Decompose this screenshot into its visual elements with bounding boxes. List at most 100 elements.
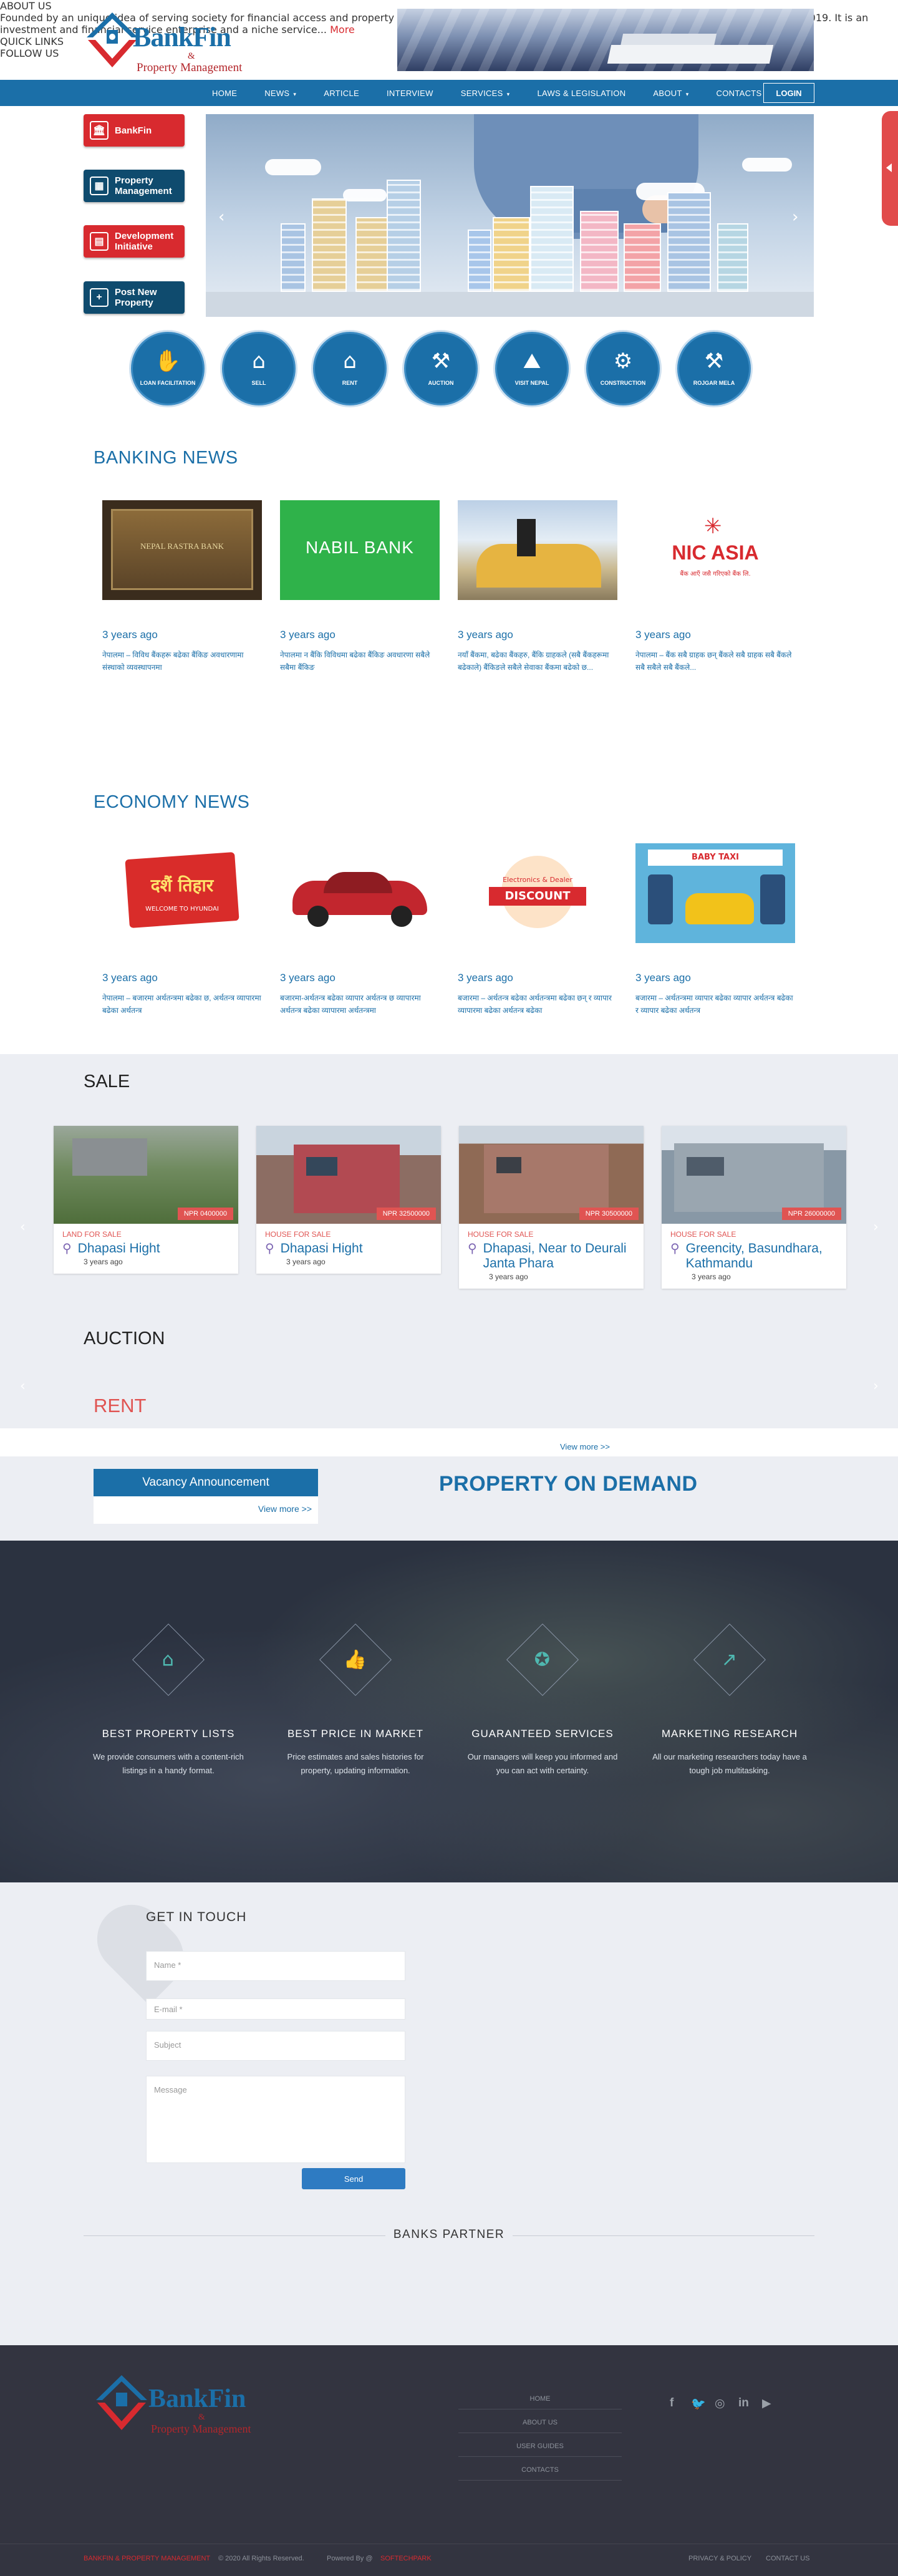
- footer-link-home[interactable]: HOME: [458, 2395, 622, 2409]
- contact-us-link[interactable]: CONTACT US: [766, 2555, 810, 2562]
- property-card[interactable]: NPR 26000000 HOUSE FOR SALE ⚲ Greencity, …: [662, 1126, 846, 1289]
- hero-slider[interactable]: ‹ ›: [206, 114, 814, 317]
- instagram-icon[interactable]: ◎: [715, 2396, 725, 2410]
- slider-next-icon[interactable]: ›: [792, 208, 798, 226]
- site-logo[interactable]: BankFin & Property Management: [84, 7, 246, 76]
- auction-next-icon[interactable]: ›: [873, 1378, 879, 1394]
- nav-item-interview[interactable]: INTERVIEW: [373, 89, 447, 98]
- news-headline[interactable]: बजारमा – अर्थतन्त्रमा व्यापार बढेका व्या…: [635, 992, 795, 1017]
- news-headline[interactable]: नेपालमा – बैंक सबै ग्राहक छन् बैंकले सबै…: [635, 649, 795, 674]
- rent-icon: ⌂: [343, 349, 357, 374]
- news-card[interactable]: NABIL BANK 3 years ago नेपालमा न बैंकि व…: [280, 500, 440, 674]
- divider: [84, 2235, 385, 2236]
- property-card[interactable]: NPR 30500000 HOUSE FOR SALE ⚲ Dhapasi, Ne…: [459, 1126, 644, 1289]
- property-image[interactable]: NPR 26000000: [662, 1126, 846, 1224]
- news-date: 3 years ago: [280, 972, 336, 984]
- news-card[interactable]: NEPAL RASTRA BANK 3 years ago नेपालमा – …: [102, 500, 262, 674]
- footer-link-about[interactable]: ABOUT US: [458, 2419, 622, 2433]
- auction-prev-icon[interactable]: ‹: [20, 1378, 26, 1394]
- news-image[interactable]: दशैं तिहार WELCOME TO HYUNDAI: [102, 843, 262, 943]
- news-card[interactable]: 3 years ago नयाँ बैंकमा, बढेका बैंकहरु, …: [458, 500, 617, 674]
- side-button-property-management[interactable]: ▦ Property Management: [84, 170, 185, 202]
- nav-item-article[interactable]: ARTICLE: [310, 89, 373, 98]
- news-card[interactable]: BABY TAXI 3 years ago बजारमा – अर्थतन्त्…: [635, 843, 795, 1017]
- service-rojgar-mela[interactable]: ⚒ ROJGAR MELA: [677, 332, 751, 405]
- subject-field[interactable]: Subject: [146, 2031, 405, 2061]
- map-pin-icon: ⚲: [62, 1242, 72, 1256]
- banks-partner-title: BANKS PARTNER: [393, 2228, 505, 2241]
- privacy-policy-link[interactable]: PRIVACY & POLICY: [688, 2555, 751, 2562]
- footer-link-contacts[interactable]: CONTACTS: [458, 2466, 622, 2481]
- property-location[interactable]: Greencity, Basundhara, Kathmandu: [686, 1241, 846, 1271]
- youtube-icon[interactable]: ▶: [762, 2396, 771, 2410]
- service-construction[interactable]: ⚙ CONSTRUCTION: [586, 332, 660, 405]
- sale-next-icon[interactable]: ›: [873, 1219, 879, 1235]
- property-price: NPR 32500000: [376, 1208, 436, 1220]
- news-card[interactable]: 3 years ago बजारमा-अर्थतन्त्र बढेका व्या…: [280, 843, 440, 1017]
- news-headline[interactable]: नेपालमा – विविध बैंकहरू बढेका बैंकिङ अवध…: [102, 649, 262, 674]
- side-button-bankfin[interactable]: 🏛 BankFin: [84, 114, 185, 147]
- side-panel-toggle[interactable]: [882, 111, 898, 226]
- news-headline[interactable]: नेपालमा न बैंकि विविधमा बढेका बैंकिङ अवध…: [280, 649, 440, 674]
- service-rent[interactable]: ⌂ RENT: [313, 332, 387, 405]
- property-location[interactable]: Dhapasi Hight: [78, 1241, 160, 1256]
- news-image[interactable]: NABIL BANK: [280, 500, 440, 600]
- name-field[interactable]: Name *: [146, 1951, 405, 1981]
- nav-item-about[interactable]: ABOUT ▾: [639, 89, 702, 98]
- powered-by-link[interactable]: SOFTECHPARK: [380, 2555, 432, 2562]
- service-sell[interactable]: ⌂ SELL: [222, 332, 296, 405]
- property-location[interactable]: Dhapasi, Near to Deurali Janta Phara: [483, 1241, 644, 1271]
- property-card[interactable]: NPR 0400000 LAND FOR SALE ⚲ Dhapasi Hight…: [54, 1126, 238, 1274]
- news-date: 3 years ago: [102, 972, 158, 984]
- nav-item-services[interactable]: SERVICES ▾: [447, 89, 524, 98]
- map-pin-icon: ⚲: [468, 1242, 477, 1256]
- page: { "brand": {"name":"BankFin","ampersand"…: [0, 0, 898, 2576]
- news-image[interactable]: ✳ NIC ASIA बैंक आएँ जसै गरिएको बैंक लि.: [635, 500, 795, 600]
- login-button[interactable]: LOGIN: [763, 83, 814, 103]
- footer-link-user-guides[interactable]: USER GUIDES: [458, 2443, 622, 2457]
- twitter-icon[interactable]: 🐦: [691, 2396, 706, 2411]
- service-visit-nepal[interactable]: ⛰ VISIT NEPAL: [495, 332, 569, 405]
- news-card[interactable]: दशैं तिहार WELCOME TO HYUNDAI 3 years ag…: [102, 843, 262, 1017]
- nav-item-home[interactable]: HOME: [198, 89, 251, 98]
- send-button[interactable]: Send: [302, 2168, 405, 2189]
- nic-asia-logo-icon: ✳: [704, 514, 722, 539]
- news-date: 3 years ago: [635, 972, 691, 984]
- footer-logo[interactable]: BankFin & Property Management: [94, 2370, 262, 2439]
- side-button-post-property[interactable]: + Post New Property: [84, 281, 185, 314]
- email-field[interactable]: E-mail *: [146, 1998, 405, 2020]
- rent-view-more-link[interactable]: View more >>: [560, 1442, 610, 1451]
- footer-more-link[interactable]: More: [330, 24, 355, 36]
- news-headline[interactable]: बजारमा-अर्थतन्त्र बढेका व्यापार अर्थतन्त…: [280, 992, 440, 1017]
- linkedin-icon[interactable]: in: [738, 2396, 749, 2410]
- home-icon: ⌂: [162, 1649, 175, 1671]
- sale-prev-icon[interactable]: ‹: [20, 1219, 26, 1235]
- news-headline[interactable]: नेपालमा – बजारमा अर्थतन्त्रमा बढेका छ, अ…: [102, 992, 262, 1017]
- facebook-icon[interactable]: f: [670, 2396, 674, 2410]
- news-image[interactable]: NEPAL RASTRA BANK: [102, 500, 262, 600]
- nav-item-laws[interactable]: LAWS & LEGISLATION: [523, 89, 639, 98]
- news-image[interactable]: Electronics & Dealer DISCOUNT: [458, 843, 617, 943]
- news-image[interactable]: [280, 843, 440, 943]
- map-pin-icon: ⚲: [265, 1242, 274, 1256]
- service-loan-facilitation[interactable]: ✋ LOAN FACILITATION: [131, 332, 205, 405]
- news-card[interactable]: ✳ NIC ASIA बैंक आएँ जसै गरिएको बैंक लि. …: [635, 500, 795, 674]
- news-headline[interactable]: नयाँ बैंकमा, बढेका बैंकहरु, बैंकि ग्राहक…: [458, 649, 617, 674]
- vacancy-view-more-link[interactable]: View more >>: [258, 1504, 312, 1514]
- chart-icon: ▤: [90, 232, 109, 251]
- slider-prev-icon[interactable]: ‹: [218, 208, 224, 226]
- property-location[interactable]: Dhapasi Hight: [281, 1241, 363, 1256]
- news-image[interactable]: BABY TAXI: [635, 843, 795, 943]
- news-image[interactable]: [458, 500, 617, 600]
- side-button-development-initiative[interactable]: ▤ Development Initiative: [84, 225, 185, 258]
- message-field[interactable]: Message: [146, 2076, 405, 2163]
- property-image[interactable]: NPR 30500000: [459, 1126, 644, 1224]
- service-auction[interactable]: ⚒ AUCTION: [404, 332, 478, 405]
- property-image[interactable]: NPR 32500000: [256, 1126, 441, 1224]
- header-banner-image[interactable]: [397, 9, 814, 71]
- news-card[interactable]: Electronics & Dealer DISCOUNT 3 years ag…: [458, 843, 617, 1017]
- property-card[interactable]: NPR 32500000 HOUSE FOR SALE ⚲ Dhapasi Hig…: [256, 1126, 441, 1274]
- property-image[interactable]: NPR 0400000: [54, 1126, 238, 1224]
- news-headline[interactable]: बजारमा – अर्थतन्त्र बढेका अर्थतन्त्रमा ब…: [458, 992, 617, 1017]
- nav-item-news[interactable]: NEWS ▾: [251, 89, 310, 98]
